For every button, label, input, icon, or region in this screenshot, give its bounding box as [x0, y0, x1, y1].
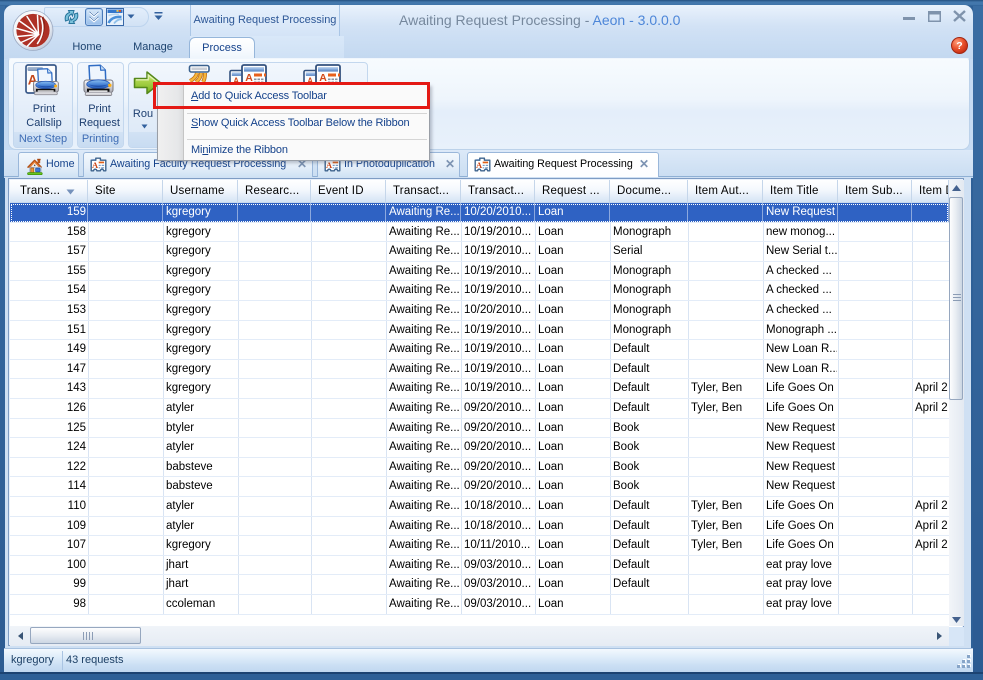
svg-text:A: A [476, 160, 483, 170]
svg-text:A: A [326, 160, 333, 170]
svg-text:?: ? [956, 40, 962, 52]
svg-text:A: A [92, 160, 99, 170]
